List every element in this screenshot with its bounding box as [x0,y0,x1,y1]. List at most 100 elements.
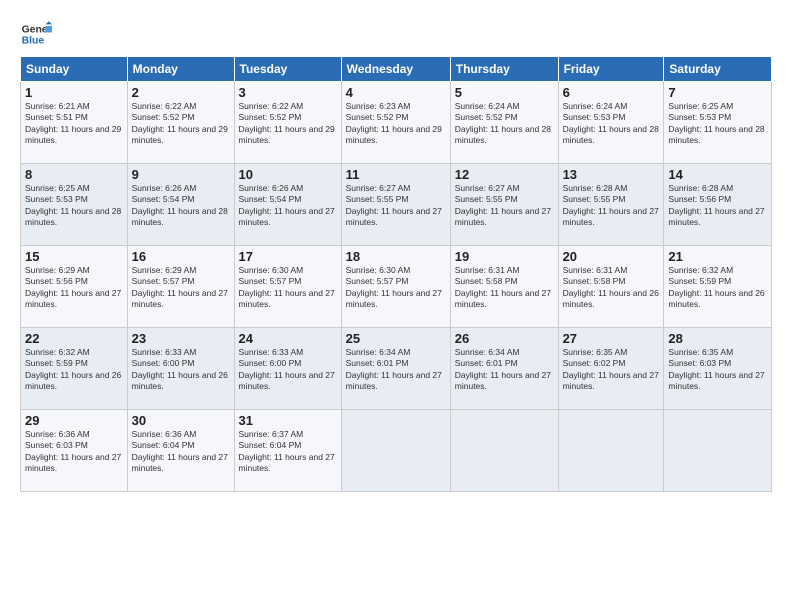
day-cell: 2 Sunrise: 6:22 AMSunset: 5:52 PMDayligh… [127,82,234,164]
day-info: Sunrise: 6:29 AMSunset: 5:57 PMDaylight:… [132,265,228,309]
day-number: 25 [346,331,446,346]
day-cell: 27 Sunrise: 6:35 AMSunset: 6:02 PMDaylig… [558,328,664,410]
day-cell: 24 Sunrise: 6:33 AMSunset: 6:00 PMDaylig… [234,328,341,410]
day-info: Sunrise: 6:28 AMSunset: 5:55 PMDaylight:… [563,183,659,227]
day-number: 17 [239,249,337,264]
day-number: 28 [668,331,767,346]
day-cell: 22 Sunrise: 6:32 AMSunset: 5:59 PMDaylig… [21,328,128,410]
day-number: 9 [132,167,230,182]
week-row-4: 29 Sunrise: 6:36 AMSunset: 6:03 PMDaylig… [21,410,772,492]
header: General Blue [20,18,772,50]
day-number: 2 [132,85,230,100]
weekday-tuesday: Tuesday [234,57,341,82]
calendar-table: SundayMondayTuesdayWednesdayThursdayFrid… [20,56,772,492]
weekday-thursday: Thursday [450,57,558,82]
day-number: 1 [25,85,123,100]
day-cell [558,410,664,492]
day-info: Sunrise: 6:35 AMSunset: 6:03 PMDaylight:… [668,347,764,391]
day-info: Sunrise: 6:22 AMSunset: 5:52 PMDaylight:… [132,101,228,145]
day-number: 12 [455,167,554,182]
day-cell: 28 Sunrise: 6:35 AMSunset: 6:03 PMDaylig… [664,328,772,410]
day-cell: 11 Sunrise: 6:27 AMSunset: 5:55 PMDaylig… [341,164,450,246]
day-number: 6 [563,85,660,100]
day-number: 10 [239,167,337,182]
day-cell: 25 Sunrise: 6:34 AMSunset: 6:01 PMDaylig… [341,328,450,410]
week-row-3: 22 Sunrise: 6:32 AMSunset: 5:59 PMDaylig… [21,328,772,410]
weekday-wednesday: Wednesday [341,57,450,82]
svg-text:Blue: Blue [22,36,45,47]
day-cell: 6 Sunrise: 6:24 AMSunset: 5:53 PMDayligh… [558,82,664,164]
day-number: 23 [132,331,230,346]
week-row-1: 8 Sunrise: 6:25 AMSunset: 5:53 PMDayligh… [21,164,772,246]
day-info: Sunrise: 6:23 AMSunset: 5:52 PMDaylight:… [346,101,442,145]
day-info: Sunrise: 6:22 AMSunset: 5:52 PMDaylight:… [239,101,335,145]
day-info: Sunrise: 6:34 AMSunset: 6:01 PMDaylight:… [346,347,442,391]
day-info: Sunrise: 6:34 AMSunset: 6:01 PMDaylight:… [455,347,551,391]
day-info: Sunrise: 6:33 AMSunset: 6:00 PMDaylight:… [239,347,335,391]
day-cell: 15 Sunrise: 6:29 AMSunset: 5:56 PMDaylig… [21,246,128,328]
day-info: Sunrise: 6:30 AMSunset: 5:57 PMDaylight:… [346,265,442,309]
day-cell: 9 Sunrise: 6:26 AMSunset: 5:54 PMDayligh… [127,164,234,246]
weekday-friday: Friday [558,57,664,82]
day-number: 4 [346,85,446,100]
week-row-0: 1 Sunrise: 6:21 AMSunset: 5:51 PMDayligh… [21,82,772,164]
week-row-2: 15 Sunrise: 6:29 AMSunset: 5:56 PMDaylig… [21,246,772,328]
day-number: 30 [132,413,230,428]
day-info: Sunrise: 6:27 AMSunset: 5:55 PMDaylight:… [455,183,551,227]
day-info: Sunrise: 6:32 AMSunset: 5:59 PMDaylight:… [668,265,764,309]
day-number: 16 [132,249,230,264]
day-cell: 10 Sunrise: 6:26 AMSunset: 5:54 PMDaylig… [234,164,341,246]
day-cell: 13 Sunrise: 6:28 AMSunset: 5:55 PMDaylig… [558,164,664,246]
day-number: 3 [239,85,337,100]
day-cell: 23 Sunrise: 6:33 AMSunset: 6:00 PMDaylig… [127,328,234,410]
day-cell: 7 Sunrise: 6:25 AMSunset: 5:53 PMDayligh… [664,82,772,164]
day-info: Sunrise: 6:32 AMSunset: 5:59 PMDaylight:… [25,347,121,391]
day-info: Sunrise: 6:33 AMSunset: 6:00 PMDaylight:… [132,347,228,391]
calendar-body: 1 Sunrise: 6:21 AMSunset: 5:51 PMDayligh… [21,82,772,492]
day-cell: 21 Sunrise: 6:32 AMSunset: 5:59 PMDaylig… [664,246,772,328]
day-info: Sunrise: 6:24 AMSunset: 5:52 PMDaylight:… [455,101,551,145]
weekday-monday: Monday [127,57,234,82]
day-cell: 18 Sunrise: 6:30 AMSunset: 5:57 PMDaylig… [341,246,450,328]
day-number: 11 [346,167,446,182]
day-number: 13 [563,167,660,182]
day-info: Sunrise: 6:26 AMSunset: 5:54 PMDaylight:… [132,183,228,227]
day-info: Sunrise: 6:27 AMSunset: 5:55 PMDaylight:… [346,183,442,227]
day-number: 20 [563,249,660,264]
day-info: Sunrise: 6:37 AMSunset: 6:04 PMDaylight:… [239,429,335,473]
weekday-saturday: Saturday [664,57,772,82]
day-number: 8 [25,167,123,182]
day-info: Sunrise: 6:24 AMSunset: 5:53 PMDaylight:… [563,101,659,145]
day-number: 15 [25,249,123,264]
day-cell: 31 Sunrise: 6:37 AMSunset: 6:04 PMDaylig… [234,410,341,492]
day-cell [341,410,450,492]
weekday-sunday: Sunday [21,57,128,82]
day-info: Sunrise: 6:36 AMSunset: 6:04 PMDaylight:… [132,429,228,473]
day-cell: 8 Sunrise: 6:25 AMSunset: 5:53 PMDayligh… [21,164,128,246]
day-number: 14 [668,167,767,182]
day-cell: 5 Sunrise: 6:24 AMSunset: 5:52 PMDayligh… [450,82,558,164]
day-cell: 16 Sunrise: 6:29 AMSunset: 5:57 PMDaylig… [127,246,234,328]
day-cell: 19 Sunrise: 6:31 AMSunset: 5:58 PMDaylig… [450,246,558,328]
day-number: 18 [346,249,446,264]
day-cell [664,410,772,492]
day-info: Sunrise: 6:25 AMSunset: 5:53 PMDaylight:… [25,183,121,227]
day-number: 26 [455,331,554,346]
logo-icon: General Blue [20,18,52,50]
day-info: Sunrise: 6:21 AMSunset: 5:51 PMDaylight:… [25,101,121,145]
day-number: 24 [239,331,337,346]
day-cell: 14 Sunrise: 6:28 AMSunset: 5:56 PMDaylig… [664,164,772,246]
day-number: 29 [25,413,123,428]
day-info: Sunrise: 6:31 AMSunset: 5:58 PMDaylight:… [455,265,551,309]
day-info: Sunrise: 6:25 AMSunset: 5:53 PMDaylight:… [668,101,764,145]
day-info: Sunrise: 6:31 AMSunset: 5:58 PMDaylight:… [563,265,659,309]
day-number: 7 [668,85,767,100]
day-cell [450,410,558,492]
day-cell: 20 Sunrise: 6:31 AMSunset: 5:58 PMDaylig… [558,246,664,328]
day-number: 31 [239,413,337,428]
day-cell: 17 Sunrise: 6:30 AMSunset: 5:57 PMDaylig… [234,246,341,328]
day-info: Sunrise: 6:26 AMSunset: 5:54 PMDaylight:… [239,183,335,227]
day-number: 21 [668,249,767,264]
day-info: Sunrise: 6:30 AMSunset: 5:57 PMDaylight:… [239,265,335,309]
day-info: Sunrise: 6:35 AMSunset: 6:02 PMDaylight:… [563,347,659,391]
